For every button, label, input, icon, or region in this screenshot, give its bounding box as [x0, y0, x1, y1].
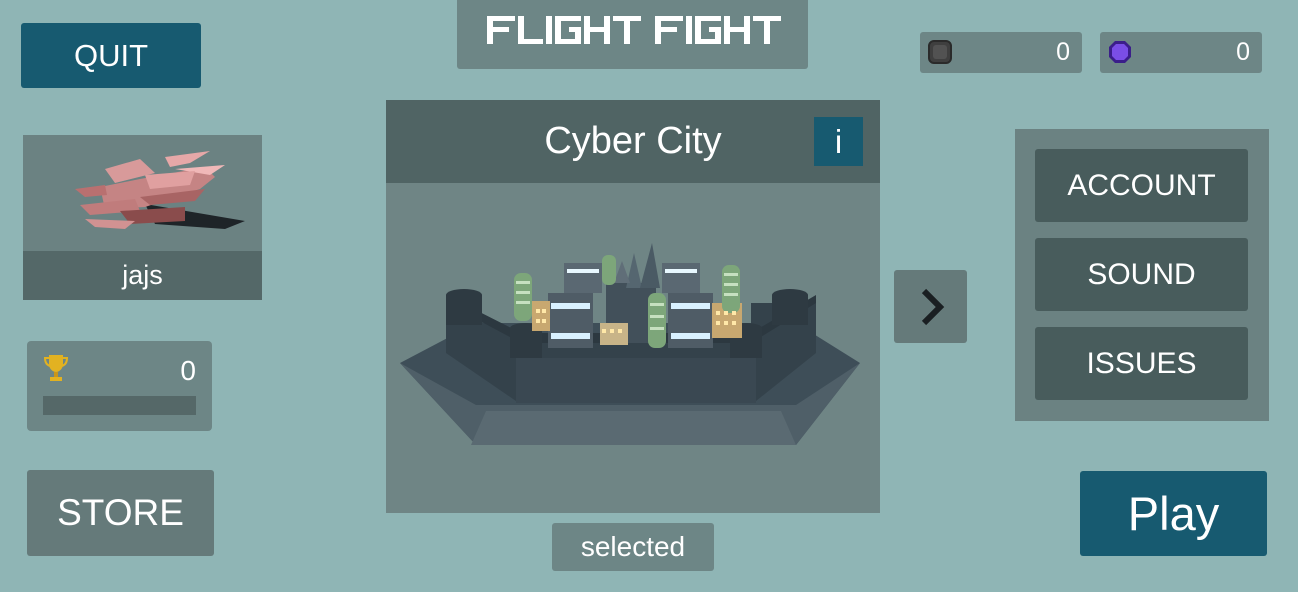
settings-panel: ACCOUNT SOUND ISSUES [1015, 129, 1269, 421]
map-name: Cyber City [544, 120, 722, 162]
player-name-bar: jajs [23, 251, 262, 300]
sound-button[interactable]: SOUND [1035, 238, 1248, 311]
map-info-button[interactable]: i [814, 117, 863, 166]
player-card[interactable]: jajs [23, 135, 262, 300]
play-button[interactable]: Play [1080, 471, 1267, 556]
account-button[interactable]: ACCOUNT [1035, 149, 1248, 222]
map-info-label: i [834, 122, 843, 160]
chevron-right-icon [921, 288, 944, 325]
issues-label: ISSUES [1086, 346, 1197, 380]
quit-label: QUIT [73, 37, 149, 73]
trophy-panel: 0 [27, 341, 212, 431]
store-label: STORE [57, 492, 184, 533]
account-label: ACCOUNT [1067, 168, 1216, 202]
player-ship-image [75, 151, 245, 229]
purple-currency-counter: 0 [1100, 32, 1262, 73]
map-preview-image [400, 243, 860, 445]
store-button[interactable]: STORE [27, 470, 214, 556]
map-header: Cyber City [386, 100, 880, 183]
play-label: Play [1127, 487, 1220, 540]
gray-currency-counter: 0 [920, 32, 1082, 73]
map-status-badge: selected [552, 523, 714, 571]
map-status-label: selected [580, 531, 686, 562]
purple-currency-value: 0 [1236, 38, 1250, 66]
sound-label: SOUND [1087, 257, 1196, 291]
trophy-icon [44, 355, 68, 381]
game-logo [487, 16, 781, 44]
purple-gem-icon [1108, 40, 1132, 64]
gray-gem-icon [928, 40, 952, 64]
next-map-button[interactable] [894, 270, 967, 343]
trophy-count: 0 [180, 355, 196, 386]
trophy-progress-bar [43, 396, 196, 415]
issues-button[interactable]: ISSUES [1035, 327, 1248, 400]
player-name: jajs [122, 260, 163, 290]
map-panel: Cyber City i [386, 100, 880, 513]
title-banner [457, 0, 808, 69]
gray-currency-value: 0 [1056, 38, 1070, 66]
quit-button[interactable]: QUIT [21, 23, 201, 88]
